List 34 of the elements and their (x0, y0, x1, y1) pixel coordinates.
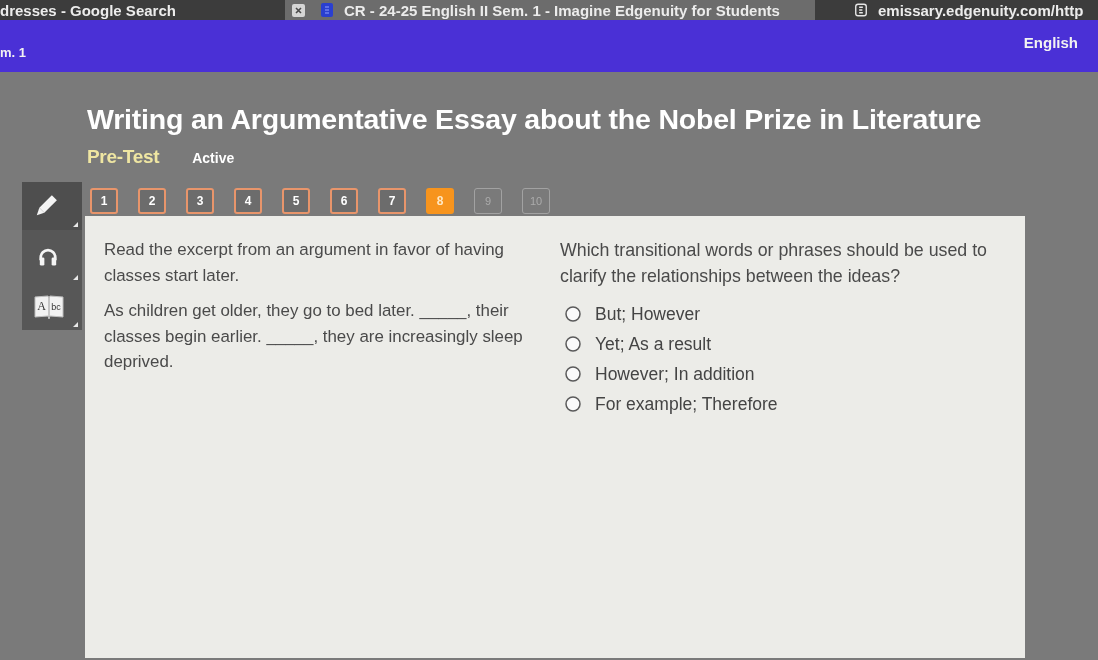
question-text: Which transitional words or phrases should be used to clarify the relationships between the ideas? (560, 239, 988, 288)
headphones-icon (38, 247, 58, 266)
book-icon: A bc (34, 293, 64, 320)
question-prompt: Read the excerpt from an argument in favor of having classes start later. (104, 239, 505, 287)
question-number-button[interactable]: 4 (234, 188, 262, 214)
tile-icon (855, 3, 867, 17)
question-number-button[interactable]: 6 (330, 188, 358, 214)
question-number-button[interactable]: 5 (282, 188, 310, 214)
option-label[interactable]: However; In addition (595, 363, 755, 385)
radio-button[interactable] (565, 396, 581, 412)
close-icon[interactable] (292, 3, 305, 17)
activity-title: Writing an Argumentative Essay about the Nobel Prize in Literature (87, 102, 983, 136)
browser-tab[interactable]: CR - 24-25 English II Sem. 1 - Imagine Edgenuity for Students (285, 0, 815, 20)
radio-button[interactable] (565, 336, 581, 352)
activity-status: Active (192, 150, 235, 166)
radio-button[interactable] (565, 306, 581, 322)
option-label[interactable]: For example; Therefore (595, 393, 778, 415)
question-number-button[interactable]: 2 (138, 188, 166, 214)
corner-triangle-icon (73, 222, 78, 227)
option-label[interactable]: But; However (595, 303, 701, 325)
corner-triangle-icon (73, 322, 78, 327)
excerpt-text: As children get older, they go to bed later. _____, their classes begin earlier. _____, they are increasingly sleep deprived. (104, 300, 524, 373)
radio-button[interactable] (565, 366, 581, 382)
tool-button[interactable] (22, 182, 82, 230)
question-number-button[interactable]: 1 (90, 188, 118, 214)
corner-triangle-icon (73, 275, 78, 280)
course-name: m. 1 (0, 44, 26, 60)
tool-button[interactable]: A bc (22, 283, 82, 330)
subject-label: English (1023, 33, 1078, 51)
option-label[interactable]: Yet; As a result (595, 333, 712, 355)
question-number-button[interactable]: 7 (378, 188, 406, 214)
question-number-button[interactable]: 3 (186, 188, 214, 214)
tile-icon (321, 3, 333, 17)
activity-type: Pre-Test (87, 146, 160, 168)
